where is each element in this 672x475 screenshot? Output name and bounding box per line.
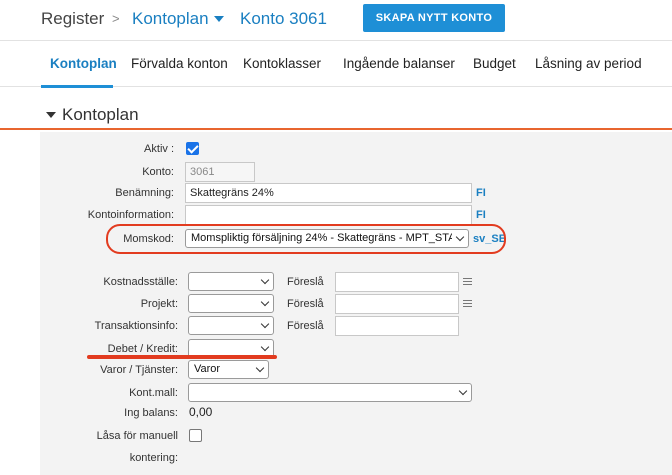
aktiv-checkbox[interactable] xyxy=(186,142,199,155)
aktiv-label: Aktiv : xyxy=(144,143,174,155)
varor-tjanster-highlight xyxy=(87,355,277,359)
varor-tjanster-label: Varor / Tjänster: xyxy=(100,364,178,376)
debet-kredit-label: Debet / Kredit: xyxy=(107,343,178,355)
tab-kontoplan[interactable]: Kontoplan xyxy=(50,56,117,71)
breadcrumb-kontoplan[interactable]: Kontoplan xyxy=(132,9,209,29)
chevron-down-icon xyxy=(260,297,270,307)
tab-budget[interactable]: Budget xyxy=(473,56,516,71)
caret-down-icon[interactable] xyxy=(214,16,224,22)
list-icon[interactable] xyxy=(463,278,472,286)
kontoinformation-translation-link[interactable]: FI xyxy=(476,209,486,221)
benamning-field[interactable]: Skattegräns 24% xyxy=(185,183,472,203)
kont-mall-label: Kont.mall: xyxy=(129,387,178,399)
ing-balans-label: Ing balans: xyxy=(124,407,178,419)
projekt-suggest-label: Föreslå xyxy=(287,298,324,310)
tab-lasning-av-period[interactable]: Låsning av period xyxy=(535,56,642,71)
top-bar: Register > Kontoplan Konto 3061 SKAPA NY… xyxy=(0,0,672,38)
breadcrumb-register[interactable]: Register xyxy=(41,9,104,29)
tab-forvalda-konton[interactable]: Förvalda konton xyxy=(131,56,228,71)
projekt-suggest-field[interactable] xyxy=(335,294,459,314)
tab-ingaende-balanser[interactable]: Ingående balanser xyxy=(343,56,455,71)
varor-tjanster-select[interactable]: Varor xyxy=(188,360,269,379)
tab-kontoklasser[interactable]: Kontoklasser xyxy=(243,56,321,71)
kont-mall-select[interactable] xyxy=(188,383,472,402)
kostnadsstalle-label: Kostnadsställe: xyxy=(103,276,178,288)
tab-bar: Kontoplan Förvalda konton Kontoklasser I… xyxy=(0,40,672,88)
list-icon[interactable] xyxy=(463,300,472,308)
create-account-button[interactable]: SKAPA NYTT KONTO xyxy=(363,4,505,32)
varor-tjanster-value: Varor xyxy=(194,363,221,375)
benamning-translation-link[interactable]: FI xyxy=(476,187,486,199)
konto-field[interactable]: 3061 xyxy=(185,162,255,182)
section-header[interactable]: Kontoplan xyxy=(0,100,672,130)
ing-balans-value: 0,00 xyxy=(189,405,213,419)
kostnadsstalle-select[interactable] xyxy=(188,272,274,291)
active-tab-indicator xyxy=(41,85,113,88)
transaktionsinfo-label: Transaktionsinfo: xyxy=(94,320,178,332)
lasa-label-line2: kontering: xyxy=(129,452,178,464)
konto-label: Konto: xyxy=(142,166,174,178)
chevron-down-icon xyxy=(255,363,265,373)
chevron-down-icon xyxy=(260,319,270,329)
chevron-down-icon xyxy=(260,342,270,352)
projekt-label: Projekt: xyxy=(140,298,178,310)
transaktionsinfo-select[interactable] xyxy=(188,316,274,335)
benamning-label: Benämning: xyxy=(115,187,174,199)
kontoinformation-field[interactable] xyxy=(185,205,472,225)
collapse-caret-icon[interactable] xyxy=(46,112,56,118)
chevron-down-icon xyxy=(260,275,270,285)
transaktionsinfo-suggest-field[interactable] xyxy=(335,316,459,336)
kostnadsstalle-suggest-label: Föreslå xyxy=(287,276,324,288)
chevron-down-icon xyxy=(458,386,468,396)
kostnadsstalle-suggest-field[interactable] xyxy=(335,272,459,292)
section-title: Kontoplan xyxy=(62,105,139,124)
kontoinformation-label: Kontoinformation: xyxy=(87,209,174,221)
projekt-select[interactable] xyxy=(188,294,274,313)
transaktionsinfo-suggest-label: Föreslå xyxy=(287,320,324,332)
lasa-label-line1: Låsa för manuell xyxy=(96,430,178,442)
momskod-highlight xyxy=(106,224,506,254)
lasa-checkbox[interactable] xyxy=(189,429,202,442)
breadcrumb-konto: Konto 3061 xyxy=(240,9,327,28)
breadcrumb-separator: > xyxy=(112,11,120,26)
